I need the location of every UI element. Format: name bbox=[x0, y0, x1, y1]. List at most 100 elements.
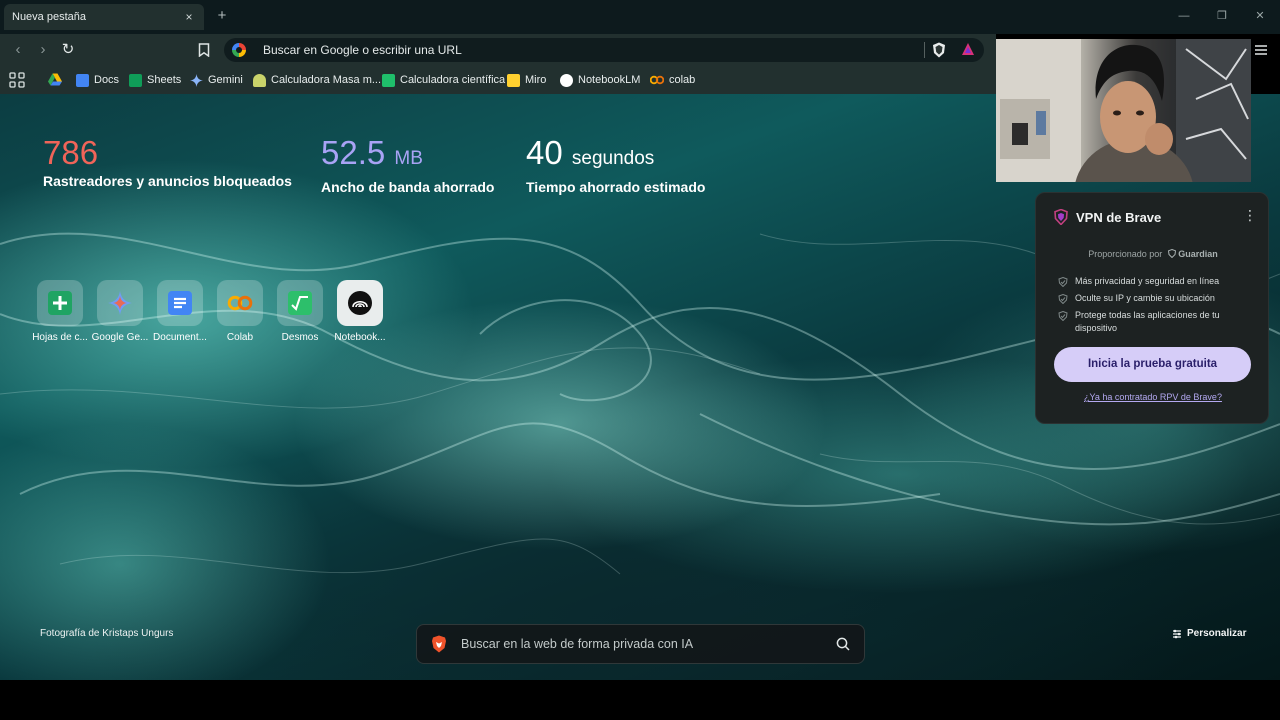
top-site-docs[interactable]: Document... bbox=[150, 280, 210, 343]
sliders-icon bbox=[1173, 629, 1181, 638]
bookmark-sheets[interactable]: Sheets bbox=[129, 72, 181, 88]
vpn-feature-list: Más privacidad y seguridad en línea Ocul… bbox=[1058, 275, 1258, 339]
minimize-icon[interactable]: — bbox=[1176, 8, 1192, 24]
customize-button[interactable]: Personalizar bbox=[1172, 628, 1246, 639]
bookmark-icon[interactable] bbox=[198, 43, 210, 57]
desmos-icon bbox=[288, 291, 312, 315]
new-tab-button[interactable]: + bbox=[214, 8, 230, 24]
google-icon bbox=[232, 43, 246, 57]
google-docs-icon bbox=[168, 291, 192, 315]
bookmark-gemini[interactable]: Gemini bbox=[190, 72, 243, 88]
colab-icon bbox=[227, 295, 253, 311]
vpn-feature-item: Más privacidad y seguridad en línea bbox=[1058, 275, 1258, 288]
top-site-label: Colab bbox=[226, 332, 254, 343]
vpn-title: VPN de Brave bbox=[1076, 209, 1162, 225]
search-icon[interactable] bbox=[836, 637, 850, 651]
tab-title: Nueva pestaña bbox=[12, 11, 86, 23]
vpn-feature-item: Protege todas las aplicaciones de tu dis… bbox=[1058, 309, 1258, 335]
time-unit: segundos bbox=[571, 148, 655, 169]
vpn-more-options-icon[interactable]: ⋮ bbox=[1243, 207, 1257, 224]
close-window-icon[interactable]: ✕ bbox=[1252, 8, 1268, 24]
guardian-brand: Guardian bbox=[1178, 249, 1218, 259]
forward-button[interactable]: › bbox=[34, 41, 52, 59]
google-docs-icon bbox=[76, 73, 89, 87]
google-sheets-icon bbox=[48, 291, 72, 315]
guardian-logo: Guardian bbox=[1167, 248, 1218, 259]
google-drive-icon[interactable] bbox=[48, 73, 62, 86]
powered-by-text: Proporcionado por bbox=[1088, 249, 1163, 259]
shield-check-icon bbox=[1058, 311, 1068, 321]
photo-credit[interactable]: Fotografía de Kristaps Ungurs bbox=[40, 628, 173, 639]
top-site-notebooklm[interactable]: Notebook... bbox=[330, 280, 390, 343]
calculator-site-icon bbox=[253, 73, 266, 87]
bookmark-label: Miro bbox=[525, 74, 547, 86]
bookmark-notebooklm[interactable]: NotebookLM bbox=[560, 72, 640, 88]
vpn-shield-icon bbox=[1054, 209, 1068, 225]
bookmark-label: Sheets bbox=[147, 74, 182, 86]
google-sheets-icon bbox=[129, 73, 142, 87]
brave-shields-icon[interactable] bbox=[932, 42, 946, 58]
gemini-icon bbox=[190, 73, 203, 87]
bookmark-calculadora-cientifica[interactable]: Calculadora científica bbox=[382, 72, 505, 88]
vpn-feature-text: Oculte su IP y cambie su ubicación bbox=[1075, 293, 1215, 303]
vpn-feature-item: Oculte su IP y cambie su ubicación bbox=[1058, 292, 1258, 305]
bookmark-label: Gemini bbox=[208, 74, 243, 86]
bottom-black-bar bbox=[0, 680, 1280, 720]
vpn-header: VPN de Brave bbox=[1054, 209, 1161, 225]
back-button[interactable]: ‹ bbox=[9, 41, 27, 59]
bookmark-colab[interactable]: colab bbox=[650, 72, 695, 88]
close-tab-icon[interactable]: × bbox=[182, 10, 196, 24]
bookmark-miro[interactable]: Miro bbox=[507, 72, 546, 88]
miro-icon bbox=[507, 73, 520, 87]
vpn-feature-text: Protege todas las aplicaciones de tu dis… bbox=[1075, 310, 1220, 333]
maximize-icon[interactable]: ❐ bbox=[1214, 8, 1230, 24]
already-subscribed-link[interactable]: ¿Ya ha contratado RPV de Brave? bbox=[1036, 392, 1270, 402]
notebooklm-icon bbox=[560, 73, 573, 87]
top-site-label: Hojas de c... bbox=[32, 332, 88, 343]
vpn-powered-by: Proporcionado por Guardian bbox=[1036, 248, 1270, 259]
stat-trackers-blocked: 786 Rastreadores y anuncios bloqueados bbox=[43, 133, 292, 189]
calculator-science-icon bbox=[382, 73, 395, 87]
bookmark-label: NotebookLM bbox=[578, 74, 641, 86]
brave-lion-icon bbox=[432, 635, 446, 653]
top-site-colab[interactable]: Colab bbox=[210, 280, 270, 343]
top-site-tile bbox=[337, 280, 383, 326]
search-placeholder: Buscar en la web de forma privada con IA bbox=[461, 637, 694, 651]
time-value: 40 bbox=[526, 134, 563, 171]
top-site-tile bbox=[217, 280, 263, 326]
customize-label: Personalizar bbox=[1187, 628, 1247, 639]
top-site-label: Google Ge... bbox=[91, 332, 149, 343]
vpn-card: VPN de Brave ⋮ Proporcionado por Guardia… bbox=[1035, 192, 1269, 424]
bandwidth-unit: MB bbox=[394, 148, 423, 169]
bookmark-calculadora-masa[interactable]: Calculadora Masa m... bbox=[253, 72, 381, 88]
hamburger-menu-icon[interactable] bbox=[1254, 43, 1268, 57]
start-free-trial-button[interactable]: Inicia la prueba gratuita bbox=[1054, 347, 1251, 382]
gemini-icon bbox=[108, 291, 132, 315]
bookmark-docs[interactable]: Docs bbox=[76, 72, 119, 88]
bookmark-label: Calculadora Masa m... bbox=[271, 74, 382, 86]
private-ai-search-box[interactable]: Buscar en la web de forma privada con IA bbox=[416, 624, 865, 664]
top-site-label: Document... bbox=[153, 332, 207, 343]
divider bbox=[924, 42, 925, 58]
top-site-desmos[interactable]: Desmos bbox=[270, 280, 330, 343]
address-bar-placeholder: Buscar en Google o escribir una URL bbox=[263, 43, 462, 57]
shield-check-icon bbox=[1058, 294, 1068, 304]
stat-time-saved: 40 segundos Tiempo ahorrado estimado bbox=[526, 133, 705, 195]
reload-button[interactable]: ↻ bbox=[59, 41, 77, 59]
top-site-tile bbox=[157, 280, 203, 326]
address-bar[interactable]: Buscar en Google o escribir una URL bbox=[224, 38, 984, 62]
top-site-tile bbox=[97, 280, 143, 326]
webcam-overlay bbox=[996, 39, 1251, 182]
vpn-feature-text: Más privacidad y seguridad en línea bbox=[1075, 276, 1220, 286]
top-site-tile bbox=[37, 280, 83, 326]
top-site-label: Desmos bbox=[281, 332, 319, 343]
shield-check-icon bbox=[1058, 277, 1068, 287]
brave-rewards-icon[interactable] bbox=[961, 42, 975, 56]
time-label: Tiempo ahorrado estimado bbox=[526, 179, 706, 195]
top-site-sheets[interactable]: Hojas de c... bbox=[30, 280, 90, 343]
tab-strip: Nueva pestaña × + — ❐ ✕ bbox=[0, 0, 1280, 34]
apps-grid-icon[interactable] bbox=[9, 72, 25, 88]
top-site-gemini[interactable]: Google Ge... bbox=[90, 280, 150, 343]
top-site-label: Notebook... bbox=[334, 332, 386, 343]
tab-new-tab[interactable]: Nueva pestaña × bbox=[4, 4, 204, 30]
